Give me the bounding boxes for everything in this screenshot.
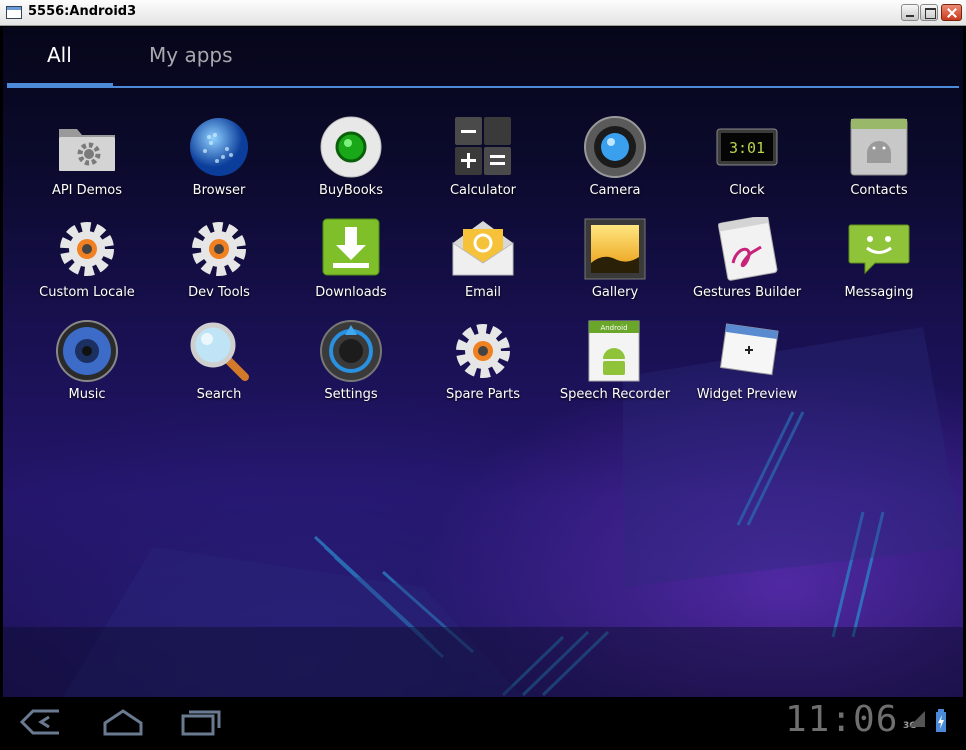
app-label: Downloads	[315, 285, 387, 300]
download-icon	[322, 218, 380, 276]
app-downloads[interactable]: Downloads	[285, 217, 417, 317]
app-label: Camera	[589, 183, 641, 198]
app-label: Custom Locale	[39, 285, 135, 300]
app-contacts[interactable]: Contacts	[813, 115, 945, 215]
window-titlebar[interactable]: 5556:Android3	[0, 0, 966, 26]
svg-text:Android: Android	[600, 324, 627, 332]
close-button[interactable]	[941, 4, 962, 21]
launcher-screen: All My apps API Demos Browser BuyBooks C…	[3, 27, 963, 697]
globe-icon	[190, 118, 248, 176]
app-label: Speech Recorder	[559, 387, 671, 402]
app-custom-locale[interactable]: Custom Locale	[21, 217, 153, 317]
settings-knob-icon	[320, 320, 382, 382]
app-gallery[interactable]: Gallery	[549, 217, 681, 317]
app-search[interactable]: Search	[153, 319, 285, 419]
folder-gear-icon	[59, 129, 115, 171]
tab-all[interactable]: All	[7, 27, 113, 87]
app-label: Widget Preview	[696, 387, 798, 402]
gear-icon	[192, 222, 246, 276]
status-clock: 11:06	[785, 699, 899, 740]
tab-my-apps[interactable]: My apps	[133, 27, 253, 87]
app-browser[interactable]: Browser	[153, 115, 285, 215]
tab-divider	[7, 86, 959, 88]
app-label: API Demos	[51, 183, 123, 198]
tab-all-label: All	[47, 43, 72, 67]
gesture-pad-icon	[718, 217, 778, 281]
speaker-icon	[56, 320, 118, 382]
gear-icon	[60, 222, 114, 276]
window-title: 5556:Android3	[28, 4, 137, 19]
app-api-demos[interactable]: API Demos	[21, 115, 153, 215]
app-speech-recorder[interactable]: Android Speech Recorder	[549, 319, 681, 419]
app-settings[interactable]: Settings	[285, 319, 417, 419]
digital-clock-icon: 3:01	[716, 128, 778, 166]
picture-frame-icon	[584, 218, 646, 280]
android-robot-icon: Android	[588, 320, 640, 382]
maximize-button[interactable]	[920, 4, 938, 21]
widget-card-icon	[719, 323, 779, 376]
envelope-icon	[452, 221, 514, 276]
app-dev-tools[interactable]: Dev Tools	[153, 217, 285, 317]
app-label: Gallery	[591, 285, 639, 300]
app-label: Settings	[324, 387, 378, 402]
app-clock[interactable]: 3:01 Clock	[681, 115, 813, 215]
app-buybooks[interactable]: BuyBooks	[285, 115, 417, 215]
chat-bubble-icon	[848, 224, 910, 275]
battery-charging-icon	[936, 709, 946, 732]
svg-text:3:01: 3:01	[729, 139, 765, 157]
app-label: BuyBooks	[319, 183, 383, 198]
calculator-icon	[455, 117, 511, 175]
app-label: Dev Tools	[188, 285, 250, 300]
app-label: Search	[196, 387, 242, 402]
app-spare-parts[interactable]: Spare Parts	[417, 319, 549, 419]
app-label: Spare Parts	[445, 387, 521, 402]
app-camera[interactable]: Camera	[549, 115, 681, 215]
app-label: Calculator	[449, 183, 516, 198]
app-label: Email	[464, 285, 502, 300]
app-widget-preview[interactable]: Widget Preview	[681, 319, 813, 419]
app-label: Browser	[192, 183, 246, 198]
system-bar: 11:06 3G	[3, 697, 963, 747]
app-label: Messaging	[844, 285, 914, 300]
app-gestures-builder[interactable]: Gestures Builder	[681, 217, 813, 317]
app-label: Clock	[729, 183, 765, 198]
window-app-icon	[6, 6, 22, 19]
green-button-icon	[320, 116, 382, 178]
camera-lens-icon	[584, 116, 646, 178]
home-button[interactable]	[101, 707, 145, 737]
app-music[interactable]: Music	[21, 319, 153, 419]
app-email[interactable]: Email	[417, 217, 549, 317]
app-messaging[interactable]: Messaging	[813, 217, 945, 317]
app-label: Gestures Builder	[692, 285, 802, 300]
tab-my-apps-label: My apps	[149, 43, 233, 67]
contacts-card-icon	[850, 118, 908, 176]
minimize-button[interactable]	[901, 4, 919, 21]
recent-apps-button[interactable]	[179, 707, 223, 737]
app-calculator[interactable]: Calculator	[417, 115, 549, 215]
app-label: Contacts	[850, 183, 908, 198]
signal-strength-icon	[909, 711, 925, 727]
app-label: Music	[68, 387, 106, 402]
back-button[interactable]	[19, 707, 63, 737]
gear-icon	[456, 324, 510, 378]
magnifier-icon	[190, 322, 249, 381]
